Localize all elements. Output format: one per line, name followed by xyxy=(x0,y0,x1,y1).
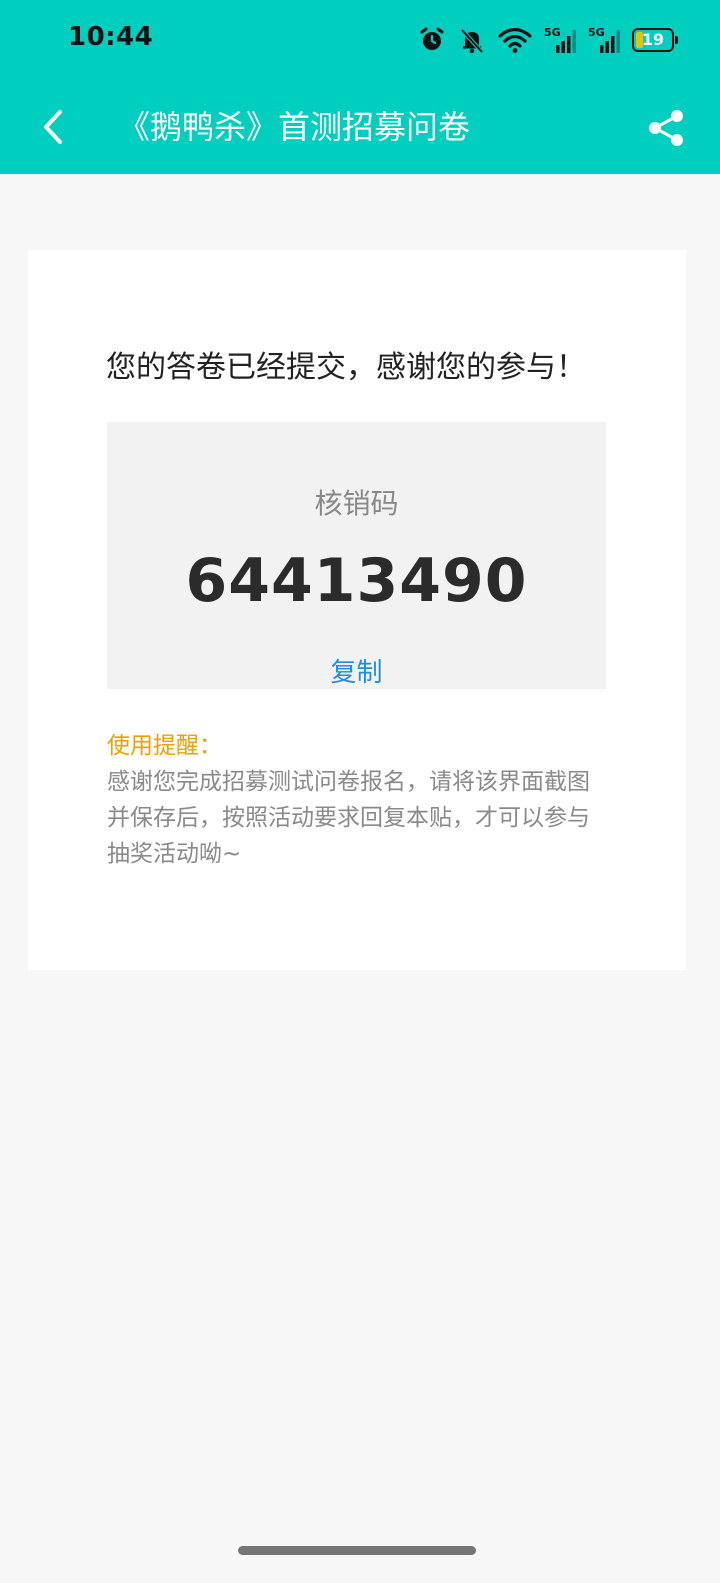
page-title: 《鹅鸭杀》首测招募问卷 xyxy=(118,108,471,146)
result-card: 您的答卷已经提交，感谢您的参与！ 核销码 64413490 复制 使用提醒： 感… xyxy=(28,250,686,970)
status-bar: 10:44 5G 5G 19 xyxy=(0,0,720,80)
verification-code-box: 核销码 64413490 复制 xyxy=(107,422,606,689)
chevron-left-icon xyxy=(44,110,62,144)
signal-label: 5G xyxy=(588,26,605,39)
submit-success-message: 您的答卷已经提交，感谢您的参与！ xyxy=(106,350,586,385)
battery-icon: 19 xyxy=(632,28,678,52)
back-button[interactable] xyxy=(28,100,78,154)
copy-button[interactable]: 复制 xyxy=(107,652,606,689)
signal-5g-icon: 5G xyxy=(544,26,576,53)
code-label: 核销码 xyxy=(314,487,399,520)
share-icon xyxy=(649,110,683,146)
reminder-title: 使用提醒： xyxy=(107,733,222,759)
reminder-body: 感谢您完成招募测试问卷报名，请将该界面截图并保存后，按照活动要求回复本贴，才可以… xyxy=(107,769,590,867)
signal-label: 5G xyxy=(544,26,561,39)
code-value: 64413490 xyxy=(185,546,528,616)
home-indicator[interactable] xyxy=(238,1546,476,1555)
status-time: 10:44 xyxy=(68,22,154,52)
status-icons: 5G 5G 19 xyxy=(418,22,678,58)
alarm-icon xyxy=(420,27,444,50)
app-bar: 《鹅鸭杀》首测招募问卷 xyxy=(0,80,720,174)
signal-5g-icon: 5G xyxy=(588,26,620,53)
wifi-icon xyxy=(498,27,532,53)
battery-level: 19 xyxy=(641,30,665,49)
share-button[interactable] xyxy=(642,104,690,152)
bell-off-icon xyxy=(460,28,484,54)
